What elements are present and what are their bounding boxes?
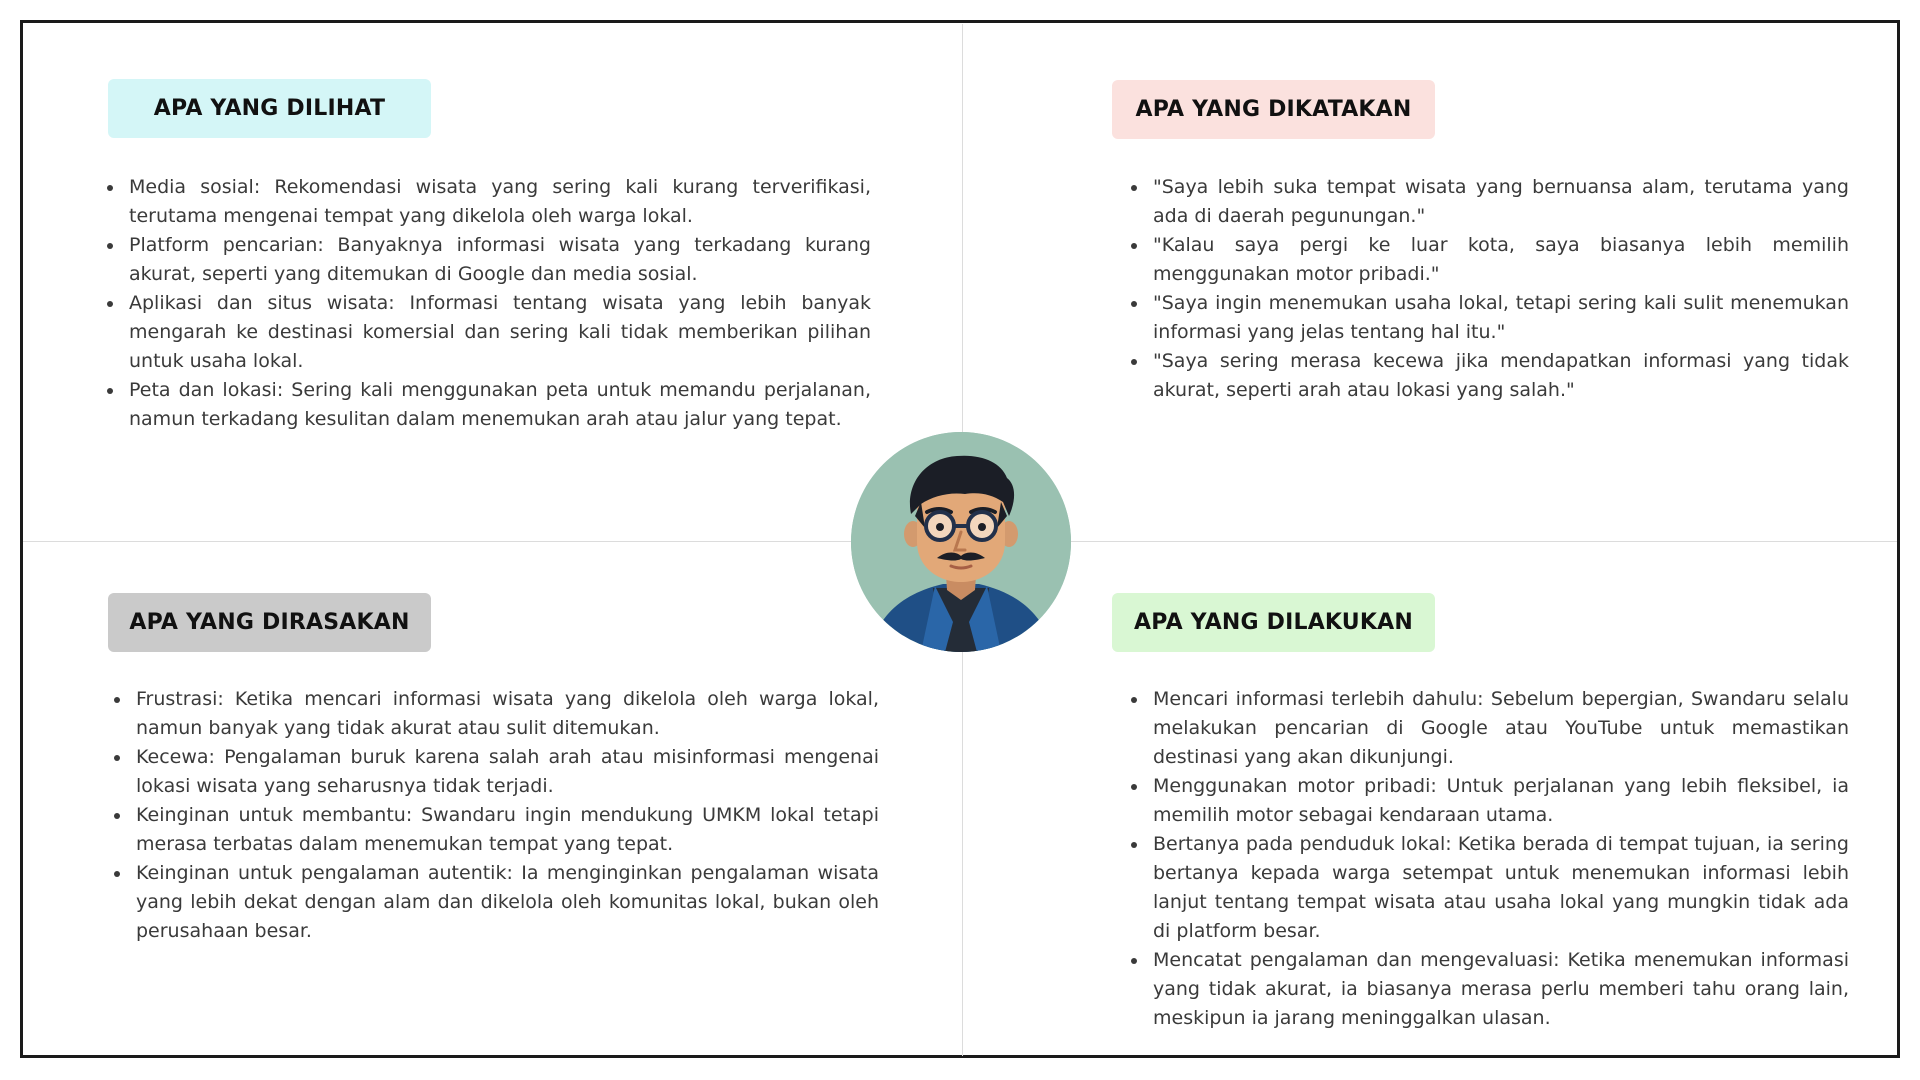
list-item: "Saya sering merasa kecewa jika mendapat… [1149,347,1849,405]
does-list: Mencari informasi terlebih dahulu: Sebel… [1129,685,1849,1033]
list-item: Mencatat pengalaman dan mengevaluasi: Ke… [1149,946,1849,1033]
does-label: APA YANG DILAKUKAN [1112,593,1435,652]
says-list: "Saya lebih suka tempat wisata yang bern… [1129,173,1849,405]
list-item: Peta dan lokasi: Sering kali menggunakan… [125,376,871,434]
list-item: Media sosial: Rekomendasi wisata yang se… [125,173,871,231]
list-item: Kecewa: Pengalaman buruk karena salah ar… [132,743,879,801]
list-item: "Saya ingin menemukan usaha lokal, tetap… [1149,289,1849,347]
list-item: Menggunakan motor pribadi: Untuk perjala… [1149,772,1849,830]
feels-label: APA YANG DIRASAKAN [108,593,431,652]
feels-list: Frustrasi: Ketika mencari informasi wisa… [112,685,879,946]
list-item: Mencari informasi terlebih dahulu: Sebel… [1149,685,1849,772]
persona-avatar-icon [851,432,1071,652]
sees-list: Media sosial: Rekomendasi wisata yang se… [105,173,871,434]
says-label: APA YANG DIKATAKAN [1112,80,1435,139]
list-item: "Saya lebih suka tempat wisata yang bern… [1149,173,1849,231]
sees-label: APA YANG DILIHAT [108,79,431,138]
list-item: Keinginan untuk pengalaman autentik: Ia … [132,859,879,946]
list-item: Frustrasi: Ketika mencari informasi wisa… [132,685,879,743]
list-item: "Kalau saya pergi ke luar kota, saya bia… [1149,231,1849,289]
list-item: Keinginan untuk membantu: Swandaru ingin… [132,801,879,859]
list-item: Platform pencarian: Banyaknya informasi … [125,231,871,289]
list-item: Bertanya pada penduduk lokal: Ketika ber… [1149,830,1849,946]
list-item: Aplikasi dan situs wisata: Informasi ten… [125,289,871,376]
